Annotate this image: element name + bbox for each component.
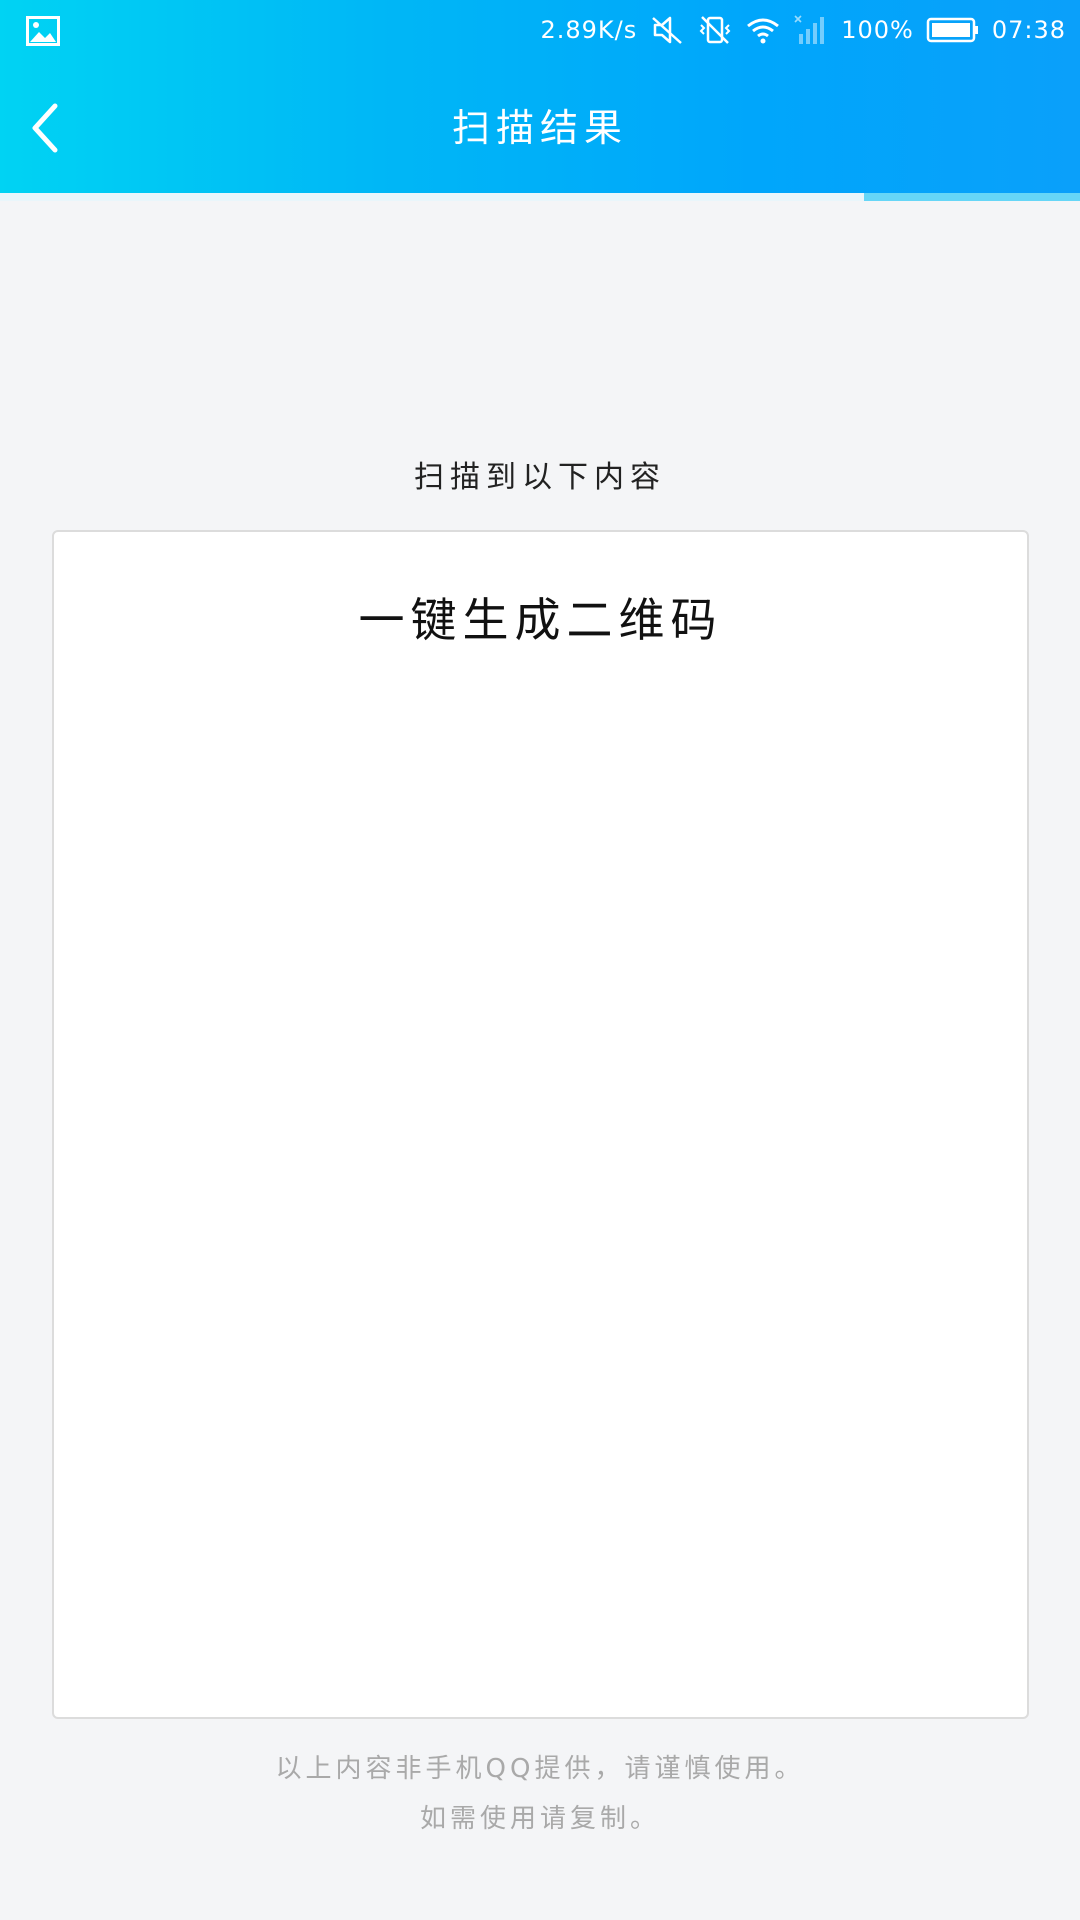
progress-fill [0,193,864,201]
network-speed: 2.89K/s [540,16,638,44]
scan-result-text[interactable]: 一键生成二维码 [54,584,1027,650]
cell-signal-off-icon [793,14,829,46]
result-card: 一键生成二维码 [52,530,1029,1719]
disclaimer-line-1: 以上内容非手机QQ提供，请谨慎使用。 [275,1754,805,1784]
vibrate-off-icon [697,14,733,46]
back-button[interactable] [10,90,80,166]
wifi-icon [745,14,781,46]
status-bar: 2.89K/s 100% 07:38 [0,0,1080,60]
clock: 07:38 [991,16,1066,44]
battery-icon [926,14,980,46]
page-load-progress [0,193,1080,201]
mute-icon [649,14,685,46]
title-bar: 扫描结果 [0,70,1080,186]
chevron-left-icon [32,103,58,153]
app-header: 2.89K/s 100% 07:38 扫描结果 [0,0,1080,201]
disclaimer: 以上内容非手机QQ提供，请谨慎使用。 如需使用请复制。 [0,1744,1080,1844]
image-icon [26,16,60,46]
status-indicators: 2.89K/s 100% 07:38 [540,12,1066,48]
disclaimer-line-2: 如需使用请复制。 [419,1804,660,1834]
page-title: 扫描结果 [451,106,628,150]
battery-percent: 100% [841,16,914,44]
scan-label: 扫描到以下内容 [414,460,666,495]
